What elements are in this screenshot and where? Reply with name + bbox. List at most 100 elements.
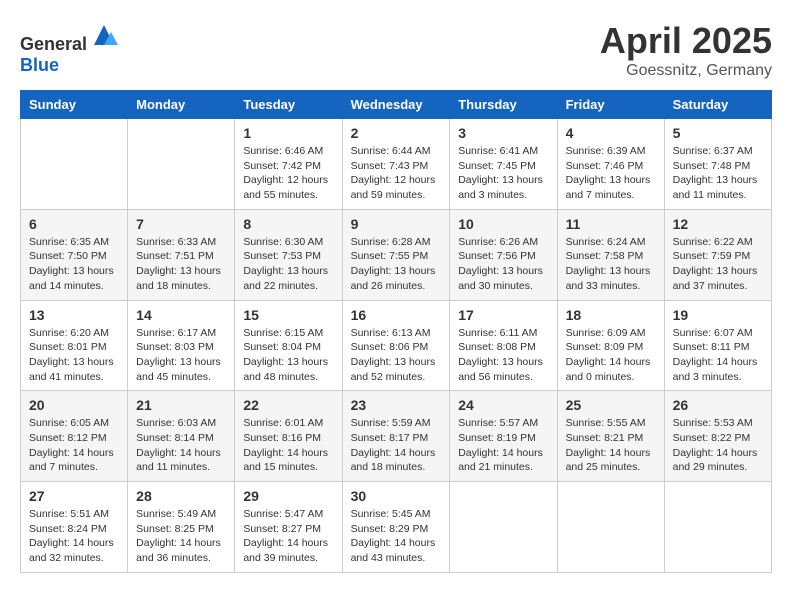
- month-title: April 2025: [600, 20, 772, 62]
- day-detail: Sunrise: 6:17 AMSunset: 8:03 PMDaylight:…: [136, 326, 226, 385]
- calendar-cell: 23 Sunrise: 5:59 AMSunset: 8:17 PMDayligh…: [342, 391, 450, 482]
- calendar-cell: 1 Sunrise: 6:46 AMSunset: 7:42 PMDaylight…: [235, 119, 342, 210]
- day-number: 21: [136, 397, 226, 413]
- logo-icon: [89, 20, 119, 50]
- day-detail: Sunrise: 6:26 AMSunset: 7:56 PMDaylight:…: [458, 235, 548, 294]
- day-number: 25: [566, 397, 656, 413]
- day-detail: Sunrise: 6:20 AMSunset: 8:01 PMDaylight:…: [29, 326, 119, 385]
- calendar-cell: 27 Sunrise: 5:51 AMSunset: 8:24 PMDayligh…: [21, 482, 128, 573]
- week-row-5: 27 Sunrise: 5:51 AMSunset: 8:24 PMDayligh…: [21, 482, 772, 573]
- day-detail: Sunrise: 6:41 AMSunset: 7:45 PMDaylight:…: [458, 144, 548, 203]
- day-detail: Sunrise: 6:37 AMSunset: 7:48 PMDaylight:…: [673, 144, 763, 203]
- calendar-cell: [128, 119, 235, 210]
- day-number: 18: [566, 307, 656, 323]
- day-detail: Sunrise: 6:15 AMSunset: 8:04 PMDaylight:…: [243, 326, 333, 385]
- day-number: 14: [136, 307, 226, 323]
- calendar-cell: 7 Sunrise: 6:33 AMSunset: 7:51 PMDaylight…: [128, 209, 235, 300]
- weekday-header-thursday: Thursday: [450, 91, 557, 119]
- day-detail: Sunrise: 5:49 AMSunset: 8:25 PMDaylight:…: [136, 507, 226, 566]
- day-detail: Sunrise: 6:24 AMSunset: 7:58 PMDaylight:…: [566, 235, 656, 294]
- day-number: 22: [243, 397, 333, 413]
- calendar-cell: 29 Sunrise: 5:47 AMSunset: 8:27 PMDayligh…: [235, 482, 342, 573]
- weekday-header-tuesday: Tuesday: [235, 91, 342, 119]
- day-detail: Sunrise: 5:55 AMSunset: 8:21 PMDaylight:…: [566, 416, 656, 475]
- weekday-header-sunday: Sunday: [21, 91, 128, 119]
- day-number: 27: [29, 488, 119, 504]
- calendar-cell: 20Sunrise: 6:05 AMSunset: 8:12 PMDayligh…: [21, 391, 128, 482]
- calendar-cell: 11 Sunrise: 6:24 AMSunset: 7:58 PMDayligh…: [557, 209, 664, 300]
- day-detail: Sunrise: 6:46 AMSunset: 7:42 PMDaylight:…: [243, 144, 333, 203]
- calendar-cell: 5 Sunrise: 6:37 AMSunset: 7:48 PMDaylight…: [664, 119, 771, 210]
- day-number: 28: [136, 488, 226, 504]
- day-detail: Sunrise: 6:03 AMSunset: 8:14 PMDaylight:…: [136, 416, 226, 475]
- day-detail: Sunrise: 6:22 AMSunset: 7:59 PMDaylight:…: [673, 235, 763, 294]
- day-number: 29: [243, 488, 333, 504]
- calendar-cell: 8 Sunrise: 6:30 AMSunset: 7:53 PMDaylight…: [235, 209, 342, 300]
- day-detail: Sunrise: 6:39 AMSunset: 7:46 PMDaylight:…: [566, 144, 656, 203]
- day-number: 17: [458, 307, 548, 323]
- day-number: 2: [351, 125, 442, 141]
- day-number: 13: [29, 307, 119, 323]
- day-number: 15: [243, 307, 333, 323]
- day-number: 8: [243, 216, 333, 232]
- week-row-4: 20Sunrise: 6:05 AMSunset: 8:12 PMDayligh…: [21, 391, 772, 482]
- day-detail: Sunrise: 6:13 AMSunset: 8:06 PMDaylight:…: [351, 326, 442, 385]
- weekday-header-row: SundayMondayTuesdayWednesdayThursdayFrid…: [21, 91, 772, 119]
- day-detail: Sunrise: 5:59 AMSunset: 8:17 PMDaylight:…: [351, 416, 442, 475]
- logo-general: General: [20, 34, 87, 54]
- day-number: 10: [458, 216, 548, 232]
- day-detail: Sunrise: 6:30 AMSunset: 7:53 PMDaylight:…: [243, 235, 333, 294]
- calendar-cell: 30Sunrise: 5:45 AMSunset: 8:29 PMDayligh…: [342, 482, 450, 573]
- weekday-header-wednesday: Wednesday: [342, 91, 450, 119]
- day-detail: Sunrise: 6:01 AMSunset: 8:16 PMDaylight:…: [243, 416, 333, 475]
- day-number: 7: [136, 216, 226, 232]
- calendar-cell: [21, 119, 128, 210]
- week-row-2: 6Sunrise: 6:35 AMSunset: 7:50 PMDaylight…: [21, 209, 772, 300]
- day-detail: Sunrise: 5:57 AMSunset: 8:19 PMDaylight:…: [458, 416, 548, 475]
- day-detail: Sunrise: 6:09 AMSunset: 8:09 PMDaylight:…: [566, 326, 656, 385]
- calendar-cell: 14 Sunrise: 6:17 AMSunset: 8:03 PMDayligh…: [128, 300, 235, 391]
- location-title: Goessnitz, Germany: [600, 62, 772, 80]
- day-number: 30: [351, 488, 442, 504]
- day-number: 3: [458, 125, 548, 141]
- calendar-cell: 22 Sunrise: 6:01 AMSunset: 8:16 PMDayligh…: [235, 391, 342, 482]
- day-number: 20: [29, 397, 119, 413]
- calendar: SundayMondayTuesdayWednesdayThursdayFrid…: [20, 90, 772, 573]
- day-detail: Sunrise: 6:07 AMSunset: 8:11 PMDaylight:…: [673, 326, 763, 385]
- day-detail: Sunrise: 5:53 AMSunset: 8:22 PMDaylight:…: [673, 416, 763, 475]
- calendar-cell: 13 Sunrise: 6:20 AMSunset: 8:01 PMDayligh…: [21, 300, 128, 391]
- day-detail: Sunrise: 6:44 AMSunset: 7:43 PMDaylight:…: [351, 144, 442, 203]
- day-number: 11: [566, 216, 656, 232]
- header: General Blue April 2025 Goessnitz, Germa…: [20, 20, 772, 80]
- day-detail: Sunrise: 5:47 AMSunset: 8:27 PMDaylight:…: [243, 507, 333, 566]
- calendar-cell: 25 Sunrise: 5:55 AMSunset: 8:21 PMDayligh…: [557, 391, 664, 482]
- calendar-cell: 15 Sunrise: 6:15 AMSunset: 8:04 PMDayligh…: [235, 300, 342, 391]
- day-number: 26: [673, 397, 763, 413]
- day-number: 24: [458, 397, 548, 413]
- day-detail: Sunrise: 5:51 AMSunset: 8:24 PMDaylight:…: [29, 507, 119, 566]
- calendar-cell: 24 Sunrise: 5:57 AMSunset: 8:19 PMDayligh…: [450, 391, 557, 482]
- day-detail: Sunrise: 6:33 AMSunset: 7:51 PMDaylight:…: [136, 235, 226, 294]
- calendar-cell: 17Sunrise: 6:11 AMSunset: 8:08 PMDayligh…: [450, 300, 557, 391]
- calendar-cell: 10 Sunrise: 6:26 AMSunset: 7:56 PMDayligh…: [450, 209, 557, 300]
- week-row-1: 1 Sunrise: 6:46 AMSunset: 7:42 PMDaylight…: [21, 119, 772, 210]
- calendar-cell: 6Sunrise: 6:35 AMSunset: 7:50 PMDaylight…: [21, 209, 128, 300]
- day-number: 5: [673, 125, 763, 141]
- calendar-cell: 21 Sunrise: 6:03 AMSunset: 8:14 PMDayligh…: [128, 391, 235, 482]
- day-number: 1: [243, 125, 333, 141]
- day-number: 9: [351, 216, 442, 232]
- day-number: 19: [673, 307, 763, 323]
- weekday-header-saturday: Saturday: [664, 91, 771, 119]
- day-number: 23: [351, 397, 442, 413]
- day-number: 12: [673, 216, 763, 232]
- calendar-cell: 18 Sunrise: 6:09 AMSunset: 8:09 PMDayligh…: [557, 300, 664, 391]
- calendar-cell: 2 Sunrise: 6:44 AMSunset: 7:43 PMDaylight…: [342, 119, 450, 210]
- calendar-cell: [557, 482, 664, 573]
- calendar-cell: 26 Sunrise: 5:53 AMSunset: 8:22 PMDayligh…: [664, 391, 771, 482]
- calendar-cell: 12 Sunrise: 6:22 AMSunset: 7:59 PMDayligh…: [664, 209, 771, 300]
- logo-blue: Blue: [20, 55, 59, 75]
- logo: General Blue: [20, 20, 119, 76]
- calendar-cell: 4Sunrise: 6:39 AMSunset: 7:46 PMDaylight…: [557, 119, 664, 210]
- day-detail: Sunrise: 6:28 AMSunset: 7:55 PMDaylight:…: [351, 235, 442, 294]
- week-row-3: 13 Sunrise: 6:20 AMSunset: 8:01 PMDayligh…: [21, 300, 772, 391]
